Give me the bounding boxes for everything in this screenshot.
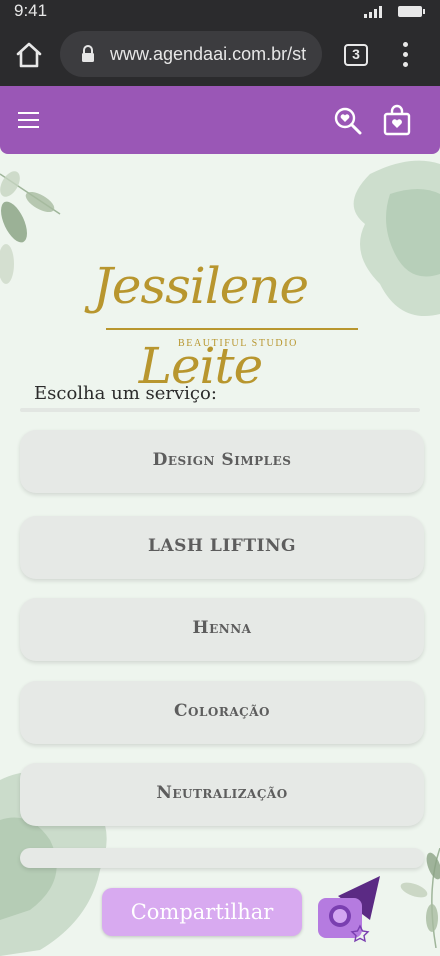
share-button[interactable]: Compartilhar <box>102 888 302 936</box>
service-lash-lifting-button[interactable]: LASH LIFTING <box>20 516 424 579</box>
home-icon[interactable] <box>14 40 44 70</box>
logo-title: Jessilene Leite <box>92 257 309 395</box>
service-neutralizacao-button[interactable]: Neutralização <box>20 763 424 826</box>
service-next-button[interactable] <box>20 848 424 868</box>
tab-switcher-button[interactable]: 3 <box>344 44 368 66</box>
send-icon[interactable] <box>316 872 386 944</box>
services-heading: Escolha um serviço: <box>34 383 217 404</box>
service-coloracao-button[interactable]: Coloração <box>20 681 424 744</box>
app-header <box>0 86 440 154</box>
browser-toolbar: www.agendaai.com.br/st 3 <box>0 22 440 86</box>
logo-divider <box>106 328 358 330</box>
menu-icon[interactable] <box>18 110 40 130</box>
logo-subtitle: BEAUTIFUL STUDIO <box>178 338 298 349</box>
url-text[interactable]: www.agendaai.com.br/st <box>110 31 315 77</box>
heading-divider <box>20 408 420 412</box>
search-heart-icon[interactable] <box>333 106 363 136</box>
browser-menu-icon[interactable] <box>398 42 414 68</box>
service-design-simples-button[interactable]: Design Simples <box>20 430 424 493</box>
lock-icon <box>82 45 94 62</box>
signal-icon <box>364 6 384 18</box>
address-bar[interactable]: www.agendaai.com.br/st <box>60 31 322 77</box>
status-time: 9:41 <box>14 1 48 20</box>
shopping-bag-icon[interactable] <box>382 104 412 136</box>
status-bar: 9:41 <box>0 0 440 22</box>
studio-logo: Jessilene Leite BEAUTIFUL STUDIO <box>28 246 373 395</box>
service-henna-button[interactable]: Henna <box>20 598 424 661</box>
battery-icon <box>398 6 425 17</box>
